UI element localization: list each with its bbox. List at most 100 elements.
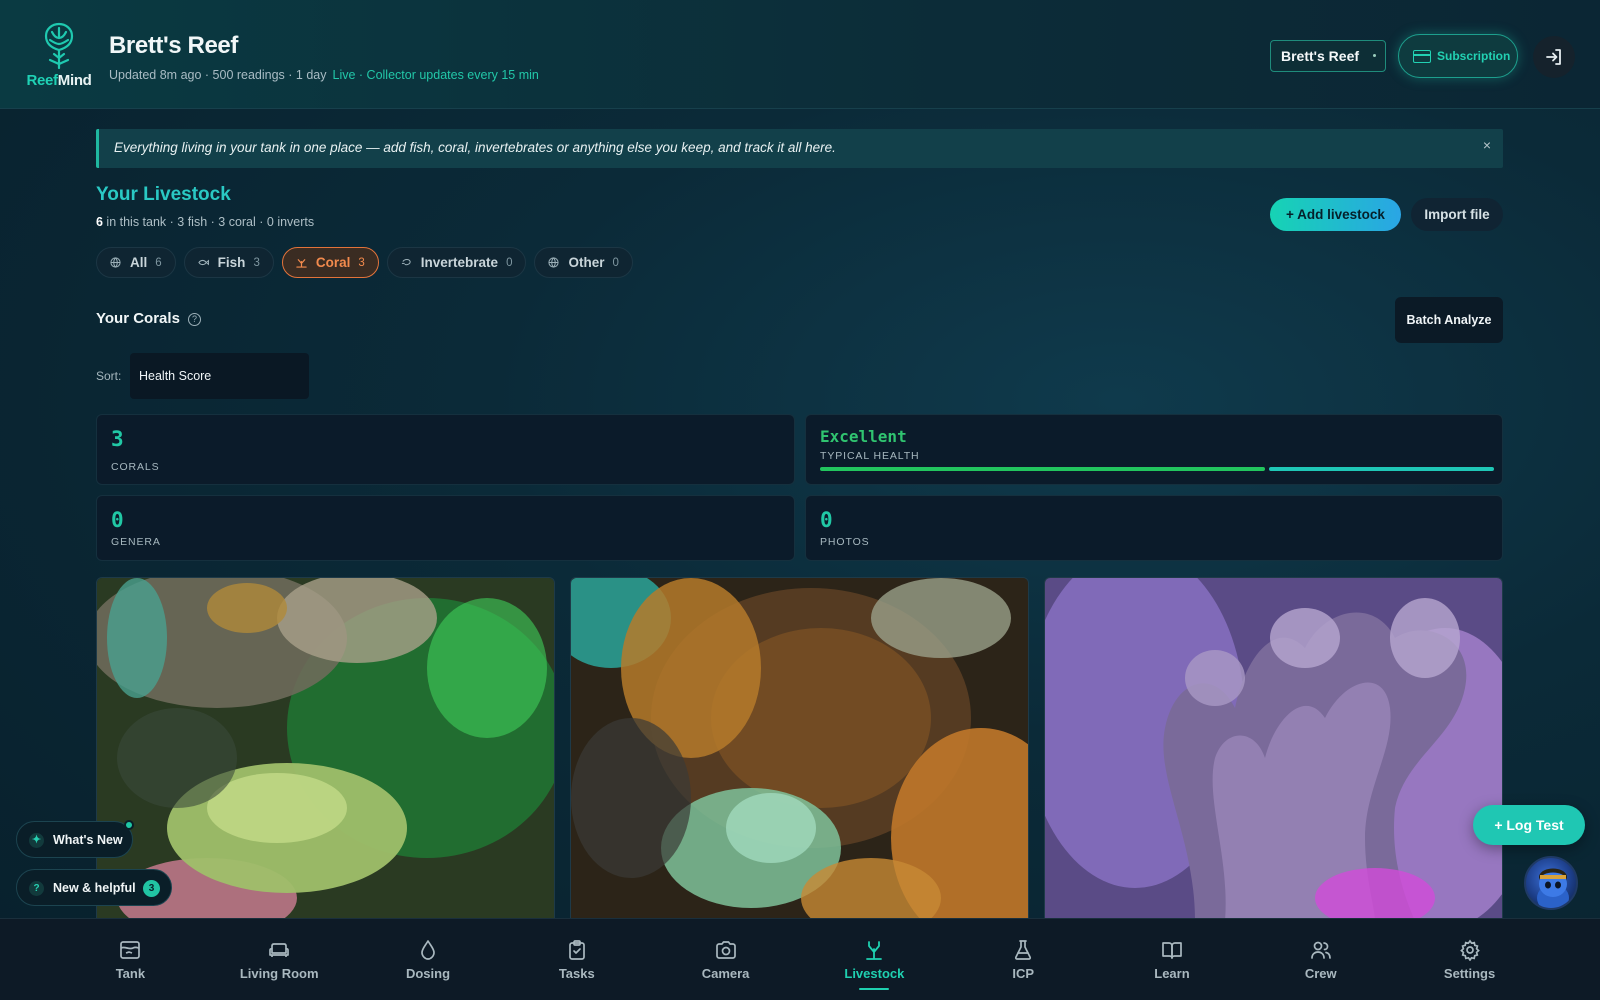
update-summary: Updated 8m ago · 500 readings · 1 day bbox=[109, 68, 327, 82]
nav-dosing[interactable]: Dosing bbox=[373, 919, 483, 1000]
subscription-button[interactable]: Subscription bbox=[1398, 34, 1518, 78]
alien-avatar-icon bbox=[1537, 868, 1569, 908]
batch-analyze-button[interactable]: Batch Analyze bbox=[1395, 297, 1503, 343]
new-and-helpful-label: New & helpful bbox=[53, 881, 136, 895]
stat-card-corals: 3 CORALS bbox=[96, 414, 795, 485]
whats-new-label: What's New bbox=[53, 833, 123, 847]
sign-in-icon bbox=[1546, 49, 1561, 65]
nav-livestock[interactable]: Livestock bbox=[819, 919, 929, 1000]
new-and-helpful-button[interactable]: ? New & helpful 3 bbox=[16, 869, 172, 906]
nav-label: Camera bbox=[701, 966, 750, 981]
filter-count: 3 bbox=[253, 256, 260, 269]
help-icon[interactable]: ? bbox=[188, 313, 201, 326]
filter-label: All bbox=[130, 255, 148, 270]
nav-label: Crew bbox=[1304, 966, 1337, 981]
coral-photo-card[interactable] bbox=[1044, 577, 1503, 920]
nav-label: Living Room bbox=[239, 966, 319, 981]
question-icon: ? bbox=[29, 881, 44, 896]
bottom-navigation: Tank Living Room Dosing Tasks Camera Liv… bbox=[0, 918, 1600, 1000]
filter-count: 6 bbox=[155, 256, 162, 269]
stat-label: TYPICAL HEALTH bbox=[820, 450, 920, 462]
coral-photo-card[interactable] bbox=[96, 577, 555, 920]
update-status: Updated 8m ago · 500 readings · 1 day Liv… bbox=[109, 68, 539, 82]
nav-tank[interactable]: Tank bbox=[75, 919, 185, 1000]
sofa-icon bbox=[269, 943, 290, 957]
tank-selector-label: Brett's Reef bbox=[1281, 48, 1360, 64]
livestock-count: 6 in this tank · 3 fish · 3 coral · 0 in… bbox=[96, 215, 314, 229]
banner-text: Everything living in your tank in one pl… bbox=[114, 140, 836, 155]
globe-icon bbox=[110, 257, 121, 268]
nav-label: Livestock bbox=[844, 966, 905, 981]
live-status: Live · Collector updates every 15 min bbox=[332, 68, 539, 82]
nav-icp[interactable]: ICP bbox=[968, 919, 1078, 1000]
stat-value: 0 bbox=[111, 508, 124, 532]
nav-learn[interactable]: Learn bbox=[1117, 919, 1227, 1000]
filter-invertebrate[interactable]: Invertebrate 0 bbox=[386, 247, 527, 278]
gear-icon bbox=[1459, 939, 1480, 961]
users-icon bbox=[1310, 941, 1331, 959]
stat-value: 3 bbox=[111, 427, 124, 451]
stat-label: GENERA bbox=[111, 536, 161, 548]
reefmind-logo[interactable]: ReefMind bbox=[24, 20, 94, 92]
livestock-breakdown: in this tank · 3 fish · 3 coral · 0 inve… bbox=[102, 215, 315, 229]
coral-photo bbox=[571, 578, 1028, 919]
fish-icon bbox=[197, 259, 209, 266]
nav-label: Settings bbox=[1443, 966, 1496, 981]
health-bar-segment bbox=[1269, 467, 1494, 471]
add-livestock-button[interactable]: + Add livestock bbox=[1270, 198, 1401, 231]
logout-button[interactable] bbox=[1533, 36, 1575, 78]
log-test-button[interactable]: + Log Test bbox=[1473, 805, 1585, 845]
nav-tasks[interactable]: Tasks bbox=[522, 919, 632, 1000]
notification-dot bbox=[124, 820, 134, 830]
info-banner: Everything living in your tank in one pl… bbox=[96, 129, 1503, 168]
stat-card-health: Excellent TYPICAL HEALTH bbox=[805, 414, 1503, 485]
sort-label: Sort: bbox=[96, 369, 122, 383]
stat-value: 0 bbox=[820, 508, 833, 532]
chevron-down-icon bbox=[1373, 54, 1376, 57]
tank-icon bbox=[120, 941, 141, 959]
filter-coral[interactable]: Coral 3 bbox=[281, 247, 379, 278]
coral-photo-card[interactable] bbox=[570, 577, 1029, 920]
filter-count: 3 bbox=[358, 256, 365, 269]
filter-label: Coral bbox=[315, 255, 351, 270]
book-icon bbox=[1162, 942, 1182, 959]
stat-label: CORALS bbox=[111, 461, 160, 473]
filter-label: Invertebrate bbox=[420, 255, 499, 270]
filter-all[interactable]: All 6 bbox=[96, 247, 176, 278]
close-icon[interactable]: × bbox=[1483, 137, 1491, 153]
nav-label: Tank bbox=[115, 966, 146, 981]
count-badge: 3 bbox=[143, 880, 160, 897]
shrimp-icon bbox=[401, 259, 411, 266]
filter-fish[interactable]: Fish 3 bbox=[183, 247, 274, 278]
livestock-total: 6 bbox=[96, 215, 103, 229]
sparkle-icon: ✦ bbox=[29, 833, 44, 848]
flask-icon bbox=[1015, 940, 1032, 960]
tank-selector[interactable]: Brett's Reef bbox=[1270, 40, 1386, 72]
assistant-avatar[interactable] bbox=[1524, 856, 1578, 910]
nav-settings[interactable]: Settings bbox=[1415, 919, 1525, 1000]
logo-text-reef: Reef bbox=[26, 72, 58, 89]
sort-select[interactable]: Health Score bbox=[130, 353, 309, 399]
app-header: ReefMind Brett's Reef Updated 8m ago · 5… bbox=[0, 0, 1600, 109]
camera-icon bbox=[715, 941, 736, 959]
filter-label: Fish bbox=[217, 255, 246, 270]
whats-new-button[interactable]: ✦ What's New bbox=[16, 820, 134, 858]
droplet-icon bbox=[421, 940, 435, 960]
coral-icon bbox=[296, 259, 307, 268]
livestock-filter-tabs: All 6 Fish 3 Coral 3 Invertebrate 0 Other 0 bbox=[96, 247, 633, 278]
stat-card-photos: 0 PHOTOS bbox=[805, 495, 1503, 561]
nav-living-room[interactable]: Living Room bbox=[224, 919, 334, 1000]
globe-icon bbox=[548, 257, 560, 268]
page-title: Brett's Reef bbox=[109, 32, 238, 59]
nav-label: ICP bbox=[1012, 966, 1034, 981]
import-file-button[interactable]: Import file bbox=[1411, 198, 1503, 231]
health-bar-segment bbox=[820, 467, 1265, 471]
clipboard-icon bbox=[568, 940, 585, 960]
filter-count: 0 bbox=[612, 256, 619, 269]
nav-camera[interactable]: Camera bbox=[671, 919, 781, 1000]
filter-other[interactable]: Other 0 bbox=[534, 247, 633, 278]
nav-label: Dosing bbox=[405, 966, 451, 981]
livestock-title: Your Livestock bbox=[96, 184, 231, 205]
coral-icon bbox=[866, 941, 883, 960]
nav-crew[interactable]: Crew bbox=[1266, 919, 1376, 1000]
